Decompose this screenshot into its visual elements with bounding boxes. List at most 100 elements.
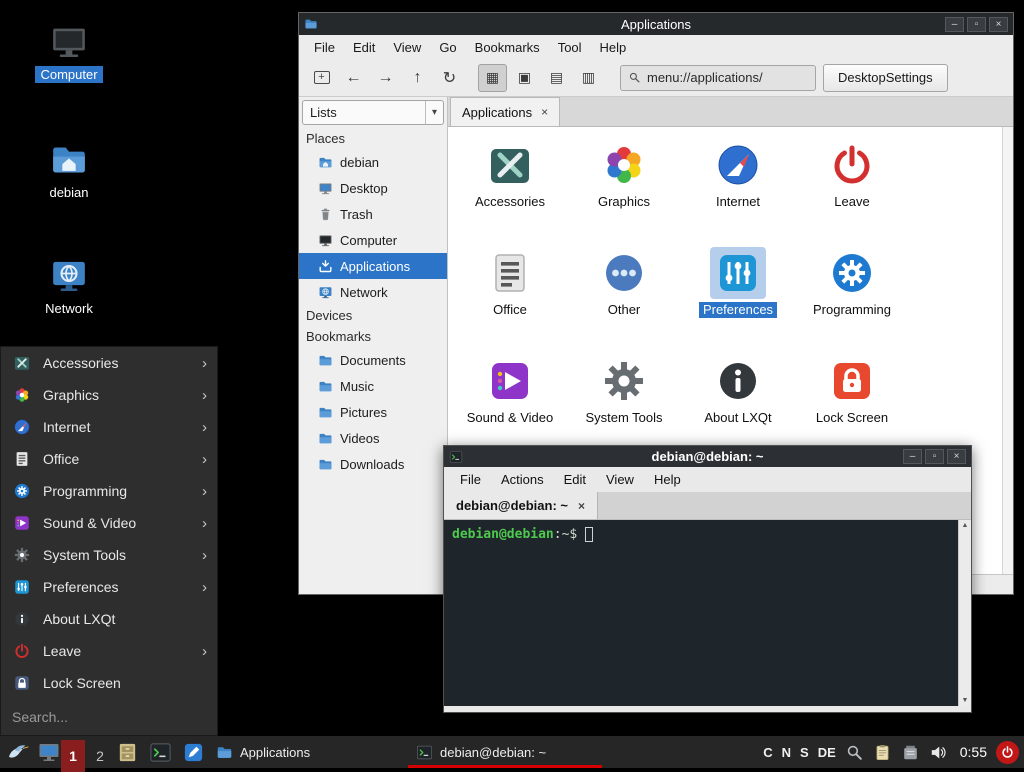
- icon-view-button[interactable]: ▦: [478, 64, 507, 92]
- prompt-user-host: debian@debian: [452, 527, 554, 542]
- desktop-icon-debian[interactable]: debian: [14, 140, 124, 201]
- sidebar-item-computer[interactable]: Computer: [299, 227, 447, 253]
- menu-bookmarks[interactable]: Bookmarks: [466, 37, 549, 58]
- menu-item-preferences[interactable]: Preferences ›: [1, 571, 217, 603]
- app-item-programming[interactable]: Programming: [795, 247, 909, 355]
- app-item-internet[interactable]: Internet: [681, 139, 795, 247]
- text-editor-launcher[interactable]: [178, 736, 208, 768]
- menu-item-office[interactable]: Office ›: [1, 443, 217, 475]
- sidebar-item-debian[interactable]: debian: [299, 149, 447, 175]
- menu-item-system-tools[interactable]: System Tools ›: [1, 539, 217, 571]
- menu-help[interactable]: Help: [644, 469, 691, 490]
- menu-item-internet[interactable]: Internet ›: [1, 411, 217, 443]
- menu-help[interactable]: Help: [591, 37, 636, 58]
- menu-edit[interactable]: Edit: [344, 37, 384, 58]
- close-button[interactable]: ×: [947, 449, 966, 464]
- sidebar-item-pictures[interactable]: Pictures: [299, 399, 447, 425]
- menu-tool[interactable]: Tool: [549, 37, 591, 58]
- music-folder-icon: [318, 379, 333, 394]
- app-item-label: Sound & Video: [463, 410, 558, 426]
- scroll-up-icon[interactable]: ▲: [962, 522, 969, 529]
- menu-file[interactable]: File: [305, 37, 344, 58]
- scrollbar[interactable]: [1002, 127, 1013, 574]
- volume-icon[interactable]: [929, 743, 948, 762]
- menu-view[interactable]: View: [596, 469, 644, 490]
- terminal-output[interactable]: debian@debian:~$: [444, 520, 958, 706]
- thumbnail-view-button[interactable]: ▣: [510, 64, 539, 92]
- clipboard-tray-icon[interactable]: [873, 743, 892, 762]
- forward-button[interactable]: →: [371, 64, 400, 92]
- terminal-titlebar[interactable]: debian@debian: ~ – ▫ ×: [444, 446, 971, 467]
- sidebar-mode-combo[interactable]: Lists ▾: [302, 100, 444, 125]
- show-desktop-button[interactable]: [34, 736, 64, 768]
- scroll-down-icon[interactable]: ▼: [962, 697, 969, 704]
- terminal-tab[interactable]: debian@debian: ~ ×: [444, 492, 598, 519]
- refresh-button[interactable]: ↻: [435, 64, 464, 92]
- main-menu-button[interactable]: [2, 736, 32, 768]
- app-item-accessories[interactable]: Accessories: [453, 139, 567, 247]
- up-button[interactable]: ↑: [403, 64, 432, 92]
- menu-item-sound-video[interactable]: Sound & Video ›: [1, 507, 217, 539]
- address-bar[interactable]: menu://applications/: [620, 65, 816, 91]
- sidebar-item-desktop[interactable]: Desktop: [299, 175, 447, 201]
- workspace-2[interactable]: 2: [88, 740, 112, 772]
- close-button[interactable]: ×: [989, 17, 1008, 32]
- terminal-launcher[interactable]: [145, 736, 175, 768]
- minimize-button[interactable]: –: [945, 17, 964, 32]
- scrollbar[interactable]: ▲ ▼: [958, 520, 971, 706]
- app-item-preferences[interactable]: Preferences: [681, 247, 795, 355]
- sidebar-header-devices[interactable]: Devices: [299, 305, 447, 326]
- menu-go[interactable]: Go: [430, 37, 465, 58]
- chevron-right-icon: ›: [202, 387, 207, 404]
- menu-actions[interactable]: Actions: [491, 469, 554, 490]
- minimize-button[interactable]: –: [903, 449, 922, 464]
- menu-edit[interactable]: Edit: [554, 469, 596, 490]
- sidebar-header-bookmarks[interactable]: Bookmarks: [299, 326, 447, 347]
- maximize-button[interactable]: ▫: [967, 17, 986, 32]
- search-input[interactable]: [12, 709, 206, 725]
- power-button[interactable]: [996, 741, 1019, 764]
- menu-item-graphics[interactable]: Graphics ›: [1, 379, 217, 411]
- sidebar-item-downloads[interactable]: Downloads: [299, 451, 447, 477]
- clock[interactable]: 0:55: [960, 744, 987, 760]
- menu-item-programming[interactable]: Programming ›: [1, 475, 217, 507]
- menu-view[interactable]: View: [384, 37, 430, 58]
- app-item-office[interactable]: Office: [453, 247, 567, 355]
- keyboard-layout-indicator[interactable]: DE: [818, 745, 836, 760]
- menu-item-leave[interactable]: Leave ›: [1, 635, 217, 667]
- menu-item-about-lxqt[interactable]: About LXQt: [1, 603, 217, 635]
- app-item-graphics[interactable]: Graphics: [567, 139, 681, 247]
- desktop-icon-network[interactable]: Network: [14, 256, 124, 317]
- tab-close-icon[interactable]: ×: [578, 499, 585, 513]
- sidebar-header-places[interactable]: Places: [299, 128, 447, 149]
- sidebar-item-music[interactable]: Music: [299, 373, 447, 399]
- maximize-button[interactable]: ▫: [925, 449, 944, 464]
- magnifier-tray-icon[interactable]: [845, 743, 864, 762]
- desktop-settings-button[interactable]: DesktopSettings: [823, 64, 948, 92]
- file-manager-titlebar[interactable]: Applications – ▫ ×: [299, 13, 1013, 35]
- back-button[interactable]: ←: [339, 64, 368, 92]
- task-button-terminal[interactable]: debian@debian: ~: [408, 736, 602, 768]
- desktop-icon-computer[interactable]: Computer: [14, 22, 124, 83]
- sidebar-item-trash[interactable]: Trash: [299, 201, 447, 227]
- detailed-view-button[interactable]: ▥: [574, 64, 603, 92]
- task-button-applications[interactable]: Applications: [208, 736, 318, 768]
- compact-view-button[interactable]: ▤: [542, 64, 571, 92]
- app-item-label: Internet: [712, 194, 764, 210]
- menu-item-accessories[interactable]: Accessories ›: [1, 347, 217, 379]
- tab-applications[interactable]: Applications ×: [450, 97, 560, 126]
- sidebar-item-documents[interactable]: Documents: [299, 347, 447, 373]
- workspace-1[interactable]: 1: [61, 740, 85, 772]
- sidebar-item-network[interactable]: Network: [299, 279, 447, 305]
- sidebar-item-applications[interactable]: Applications: [299, 253, 447, 279]
- archive-tray-icon[interactable]: [901, 743, 920, 762]
- menu-file[interactable]: File: [450, 469, 491, 490]
- app-item-other[interactable]: Other: [567, 247, 681, 355]
- file-manager-launcher[interactable]: [112, 736, 142, 768]
- app-item-leave[interactable]: Leave: [795, 139, 909, 247]
- sidebar-item-videos[interactable]: Videos: [299, 425, 447, 451]
- new-tab-button[interactable]: +: [307, 64, 336, 92]
- sidebar-item-label: Videos: [340, 431, 380, 446]
- tab-close-icon[interactable]: ×: [541, 105, 548, 119]
- menu-item-lock-screen[interactable]: Lock Screen: [1, 667, 217, 699]
